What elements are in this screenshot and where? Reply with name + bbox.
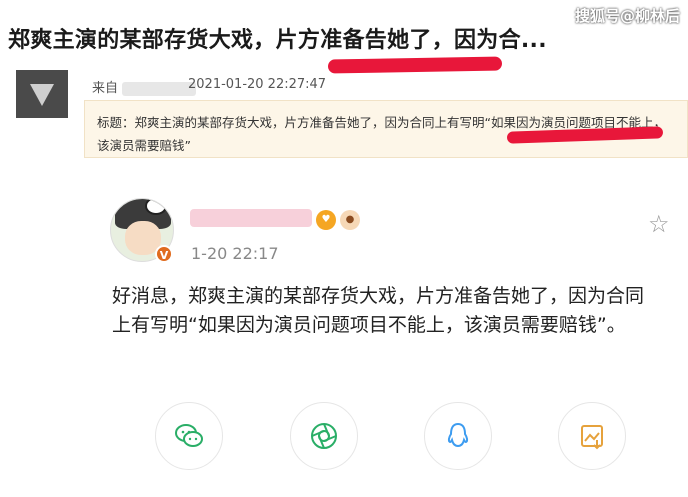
source-prefix: 来自 [92,81,119,96]
share-moments-button[interactable] [290,402,358,470]
fan-badge-icon: ♥ [316,210,336,230]
vip-badge: V [155,245,173,263]
moments-icon [311,423,337,449]
watermark: 搜狐号@柳林后 [574,7,680,25]
save-image-button[interactable] [558,402,626,470]
qq-icon [447,422,469,448]
wechat-icon [175,424,203,447]
source-name-redacted [122,81,197,96]
quote-avatar[interactable] [16,70,68,118]
save-image-icon [581,425,603,450]
page-headline: 郑爽主演的某部存货大戏，片方准备告她了，因为合... [8,28,547,53]
post-body: 好消息，郑爽主演的某部存货大戏，片方准备告她了，因为合同上有写明“如果因为演员问… [112,285,645,336]
star-icon[interactable]: ☆ [648,210,670,238]
post-timestamp: 1-20 22:17 [191,244,279,263]
avatar-placeholder-icon [30,84,54,106]
username-redacted[interactable] [190,209,312,227]
share-wechat-button[interactable] [155,402,223,470]
share-qq-button[interactable] [424,402,492,470]
pet-badge-icon: ● [340,210,360,230]
quote-timestamp: 2021-01-20 22:27:47 [188,77,327,92]
quote-source: 来自 [92,77,197,96]
highlight-stroke [327,56,503,74]
